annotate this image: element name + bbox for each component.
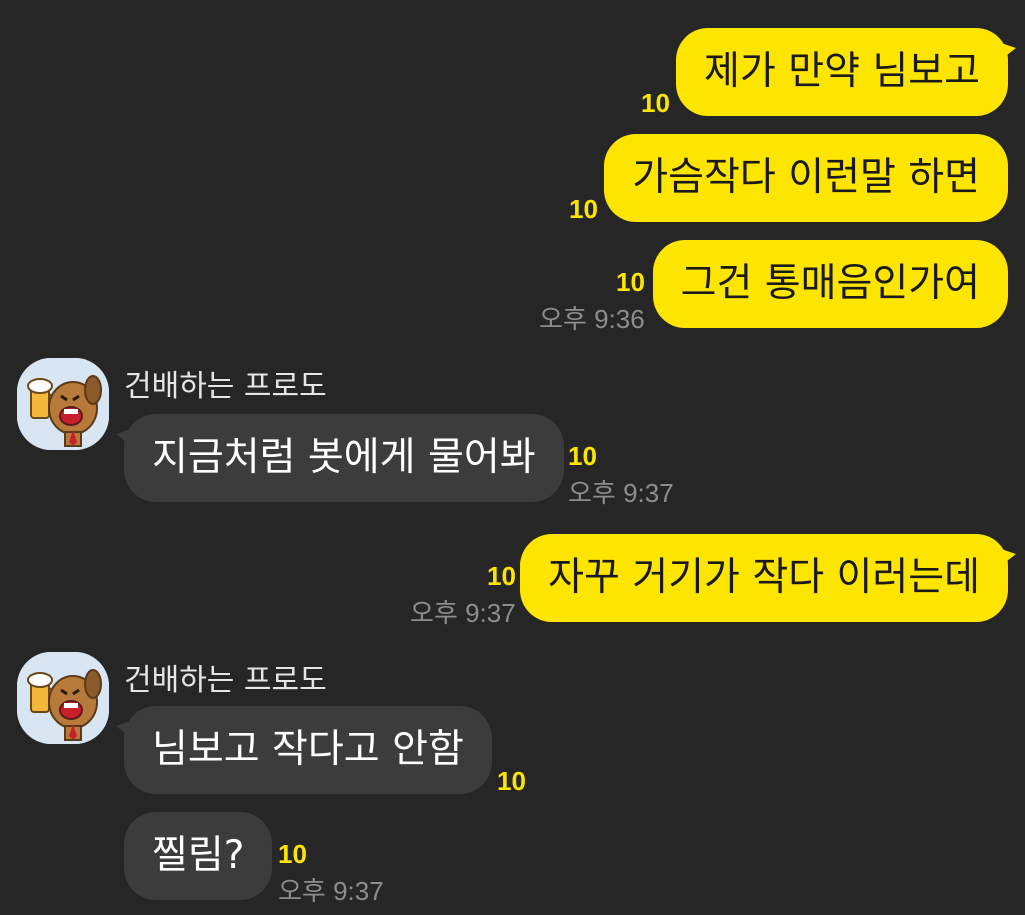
sender-avatar[interactable] — [17, 652, 109, 744]
unread-count: 10 — [278, 839, 307, 869]
beer-toasting-dog-icon — [17, 652, 109, 744]
unread-count: 10 — [568, 441, 597, 471]
sender-avatar[interactable] — [17, 358, 109, 450]
message-text: 님보고 작다고 안함 — [152, 727, 464, 772]
unread-count: 10 — [569, 194, 598, 224]
message-text: 제가 만약 님보고 — [704, 49, 980, 94]
timestamp: 오후 9:37 — [568, 478, 674, 508]
message-text: 찔림? — [152, 833, 245, 878]
message-bubble-outgoing[interactable]: 제가 만약 님보고 — [676, 28, 1016, 116]
message-bubble-outgoing[interactable]: 그건 통매음인가여 — [652, 240, 1008, 328]
message-bubble-outgoing[interactable]: 자꾸 거기가 작다 이러는데 — [520, 534, 1016, 622]
message-text: 가슴작다 이런말 하면 — [632, 155, 980, 200]
unread-count: 10 — [616, 267, 645, 297]
timestamp: 오후 9:37 — [410, 598, 516, 628]
message-text: 그건 통매음인가여 — [680, 261, 980, 306]
message-bubble-incoming[interactable]: 님보고 작다고 안함 — [116, 706, 492, 794]
message-bubble-outgoing[interactable]: 가슴작다 이런말 하면 — [604, 134, 1008, 222]
beer-toasting-dog-icon — [17, 358, 109, 450]
message-text: 자꾸 거기가 작다 이러는데 — [548, 555, 980, 600]
message-text: 지금처럼 봇에게 물어봐 — [152, 435, 536, 480]
unread-count: 10 — [487, 561, 516, 591]
timestamp: 오후 9:37 — [278, 876, 384, 906]
sender-name: 건배하는 프로도 — [124, 663, 327, 698]
sender-name: 건배하는 프로도 — [124, 369, 327, 404]
message-bubble-incoming[interactable]: 지금처럼 봇에게 물어봐 — [116, 414, 564, 502]
unread-count: 10 — [641, 88, 670, 118]
message-bubble-incoming[interactable]: 찔림? — [124, 812, 273, 900]
unread-count: 10 — [497, 766, 526, 796]
timestamp: 오후 9:36 — [539, 304, 645, 334]
